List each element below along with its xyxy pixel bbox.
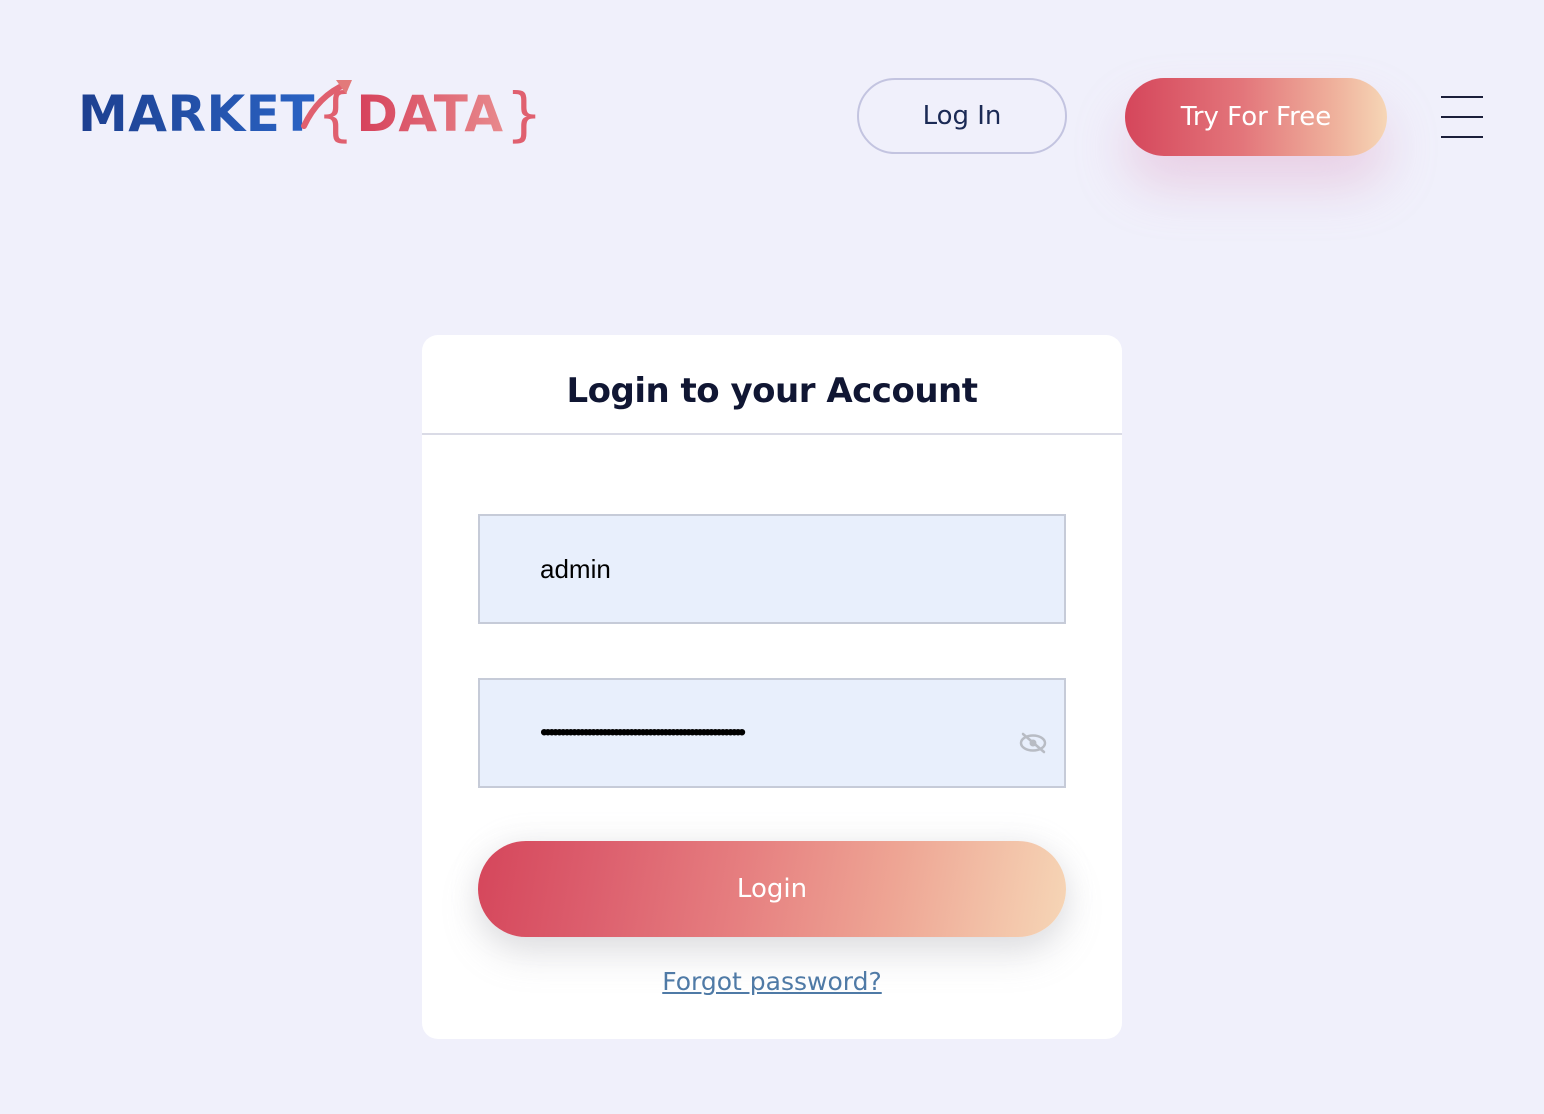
- username-field[interactable]: admin: [478, 514, 1066, 624]
- password-masked-value: ••••••••••••••••••••••••••••••••••••••••…: [540, 719, 746, 746]
- hamburger-line: [1441, 136, 1483, 138]
- try-for-free-button[interactable]: Try For Free: [1125, 78, 1387, 156]
- hamburger-line: [1441, 116, 1483, 118]
- header-login-button[interactable]: Log In: [857, 78, 1067, 154]
- login-title: Login to your Account: [422, 335, 1122, 435]
- eye-slash-icon[interactable]: [1018, 732, 1048, 754]
- hamburger-menu-icon[interactable]: [1441, 96, 1483, 140]
- hamburger-line: [1441, 96, 1483, 98]
- logo-arrow-icon: [301, 80, 352, 129]
- login-submit-button[interactable]: Login: [478, 841, 1066, 937]
- password-field[interactable]: ••••••••••••••••••••••••••••••••••••••••…: [478, 678, 1066, 788]
- username-value: admin: [540, 553, 611, 584]
- brand-logo[interactable]: MARKET { DATA }: [78, 74, 545, 154]
- login-card: Login to your Account admin ••••••••••••…: [422, 335, 1122, 1039]
- logo-brace-close: }: [505, 80, 544, 148]
- logo-text-data: DATA: [356, 85, 504, 143]
- logo-text-market: MARKET: [78, 85, 315, 143]
- forgot-password-link[interactable]: Forgot password?: [422, 967, 1122, 996]
